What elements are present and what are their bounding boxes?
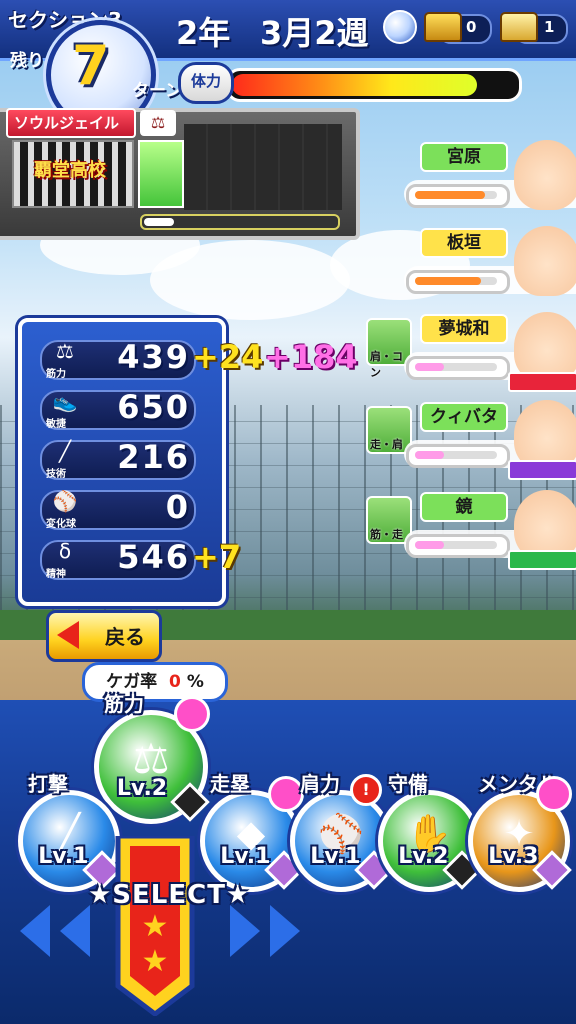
teammate-name: 鏡 xyxy=(420,492,508,522)
training-trait-label: 筋・走 xyxy=(370,528,403,541)
school-tag: ソウルジェイル xyxy=(6,108,136,138)
school-progress-bar xyxy=(140,214,340,230)
year-label: 2年 xyxy=(176,14,231,52)
back-button-label: 戻る xyxy=(105,625,145,649)
hint-bubble-icon xyxy=(268,776,304,812)
alert-icon: ! xyxy=(350,774,382,806)
training-title: 筋力 xyxy=(104,692,144,716)
chevron-right-icon xyxy=(270,905,300,957)
training-title: 肩力 xyxy=(300,772,340,796)
training-level: Lv.1 xyxy=(220,844,271,869)
teammate-bond-fill xyxy=(415,451,444,459)
school-roster-grid xyxy=(184,124,342,210)
training-level: Lv.1 xyxy=(310,844,361,869)
stat-bonus: +7 xyxy=(192,538,242,576)
teammate-avatar xyxy=(514,226,576,296)
silver-chest-icon xyxy=(500,12,538,42)
stamina-bar-fill xyxy=(232,74,477,96)
teammate-name: クィバタ xyxy=(420,402,508,432)
training-level: Lv.2 xyxy=(116,776,168,801)
gold-chest-icon xyxy=(424,12,462,42)
teammate-name: 板垣 xyxy=(420,228,508,258)
teammate-bond-fill xyxy=(415,191,485,199)
injury-rate-unit: % xyxy=(186,672,204,692)
turns-remaining: 7 xyxy=(72,34,110,97)
hint-bubble-icon xyxy=(174,696,210,732)
teammate-name: 宮原 xyxy=(420,142,508,172)
teammate-card[interactable]: 板垣 xyxy=(404,226,576,310)
stamina-bar xyxy=(226,68,522,102)
cloud xyxy=(150,240,350,320)
chevron-left-icon xyxy=(60,905,90,957)
training-level: Lv.2 xyxy=(398,844,449,869)
injury-rate-value: 0 xyxy=(169,672,181,692)
teammate-bond-fill xyxy=(415,277,481,285)
teammate-bond-fill xyxy=(415,541,444,549)
training-title: 打撃 xyxy=(28,772,68,796)
teammate-name: 夢城和 xyxy=(420,314,508,344)
back-arrow-icon xyxy=(57,621,79,649)
stat-value: 546 xyxy=(117,538,190,576)
dumbbell-icon: ⚖ xyxy=(140,110,176,136)
teammate-bond-bar xyxy=(406,270,510,294)
teammate-emblem xyxy=(508,372,576,392)
teammate-card[interactable]: クィバタ xyxy=(404,400,576,484)
training-title: 守備 xyxy=(388,772,428,796)
teammate-card[interactable]: 鏡 xyxy=(404,490,576,574)
stat-bonus-extra: +184 xyxy=(264,338,358,376)
select-ribbon[interactable]: ★ ★ xyxy=(110,836,200,1016)
stat-value: 650 xyxy=(117,388,190,426)
stat-value: 0 xyxy=(165,488,190,526)
remaining-label: 残り xyxy=(10,51,44,71)
teammate-card[interactable]: 宮原 xyxy=(404,140,576,224)
week-label: 3月2週 xyxy=(260,14,369,52)
back-button[interactable]: 戻る xyxy=(46,610,162,662)
silver-chest-count: 1 xyxy=(544,18,555,36)
svg-text:★: ★ xyxy=(142,944,169,979)
teammate-card[interactable]: 夢城和 xyxy=(404,312,576,396)
training-trait-label: 走・肩 xyxy=(370,438,403,451)
training-title: 走塁 xyxy=(210,772,250,796)
svg-text:★: ★ xyxy=(142,909,169,944)
chevron-right-icon xyxy=(230,905,260,957)
teammate-bond-bar xyxy=(406,444,510,468)
teammate-bond-fill xyxy=(415,363,444,371)
teammate-bond-bar xyxy=(406,184,510,208)
select-label: ★SELECT★ xyxy=(88,880,251,910)
stamina-label: 体力 xyxy=(178,62,234,104)
gold-chest-count: 0 xyxy=(466,18,477,36)
stat-label: 精神 xyxy=(46,569,66,580)
chevron-left-icon xyxy=(20,905,50,957)
stat-bonus: +24 xyxy=(192,338,264,376)
teammate-bond-bar xyxy=(406,356,510,380)
school-card-slot xyxy=(138,140,184,208)
stat-value: 439 xyxy=(117,338,190,376)
school-name: 覇堂高校 xyxy=(34,160,106,181)
teammate-avatar xyxy=(514,140,576,210)
school-progress-fill xyxy=(144,218,174,226)
teammate-bond-bar xyxy=(406,534,510,558)
weather-icon xyxy=(383,10,417,44)
training-level: Lv.1 xyxy=(38,844,89,869)
teammate-emblem xyxy=(508,550,576,570)
teammate-emblem xyxy=(508,460,576,480)
stat-value: 216 xyxy=(117,438,190,476)
turn-unit: ターン xyxy=(132,81,183,101)
training-level: Lv.3 xyxy=(488,844,539,869)
hint-bubble-icon xyxy=(536,776,572,812)
